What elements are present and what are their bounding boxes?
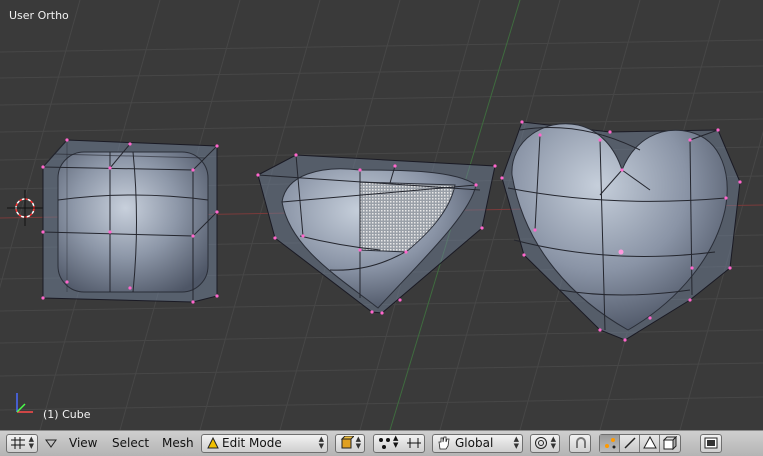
snap-toggle[interactable] — [569, 434, 591, 453]
viewport-type-icon — [11, 437, 25, 449]
vertex-select-button[interactable] — [600, 435, 620, 452]
edit-mode-icon — [207, 437, 219, 449]
active-object-label: (1) Cube — [43, 408, 91, 421]
vertex-select-icon — [605, 438, 616, 449]
collapse-triangle-icon[interactable] — [45, 439, 57, 449]
draw-type-dropdown[interactable]: ▲ ▼ — [335, 434, 365, 453]
orientation-label: Global — [455, 436, 494, 450]
hand-icon — [438, 436, 450, 450]
menu-mesh[interactable]: Mesh — [162, 436, 194, 450]
transform-orientation-dropdown[interactable]: Global ▲ ▼ — [432, 434, 523, 453]
manipulator-icon — [407, 438, 421, 448]
edge-select-button[interactable] — [620, 435, 640, 452]
object-center-dot — [618, 249, 624, 255]
menu-select[interactable]: Select — [112, 436, 149, 450]
3d-viewport[interactable]: User Ortho (1) Cube — [0, 0, 763, 430]
draw-type-icon — [340, 436, 354, 449]
edge-select-icon — [624, 437, 636, 449]
render-icon — [704, 437, 718, 449]
face-select-icon — [643, 436, 657, 449]
mode-label: Edit Mode — [222, 436, 282, 450]
mode-dropdown[interactable]: Edit Mode ▲ ▼ — [201, 434, 328, 453]
proportional-edit-dropdown[interactable]: ▲ ▼ — [530, 434, 560, 453]
snap-icon — [576, 437, 586, 448]
menu-view[interactable]: View — [69, 436, 97, 450]
proportional-edit-icon — [535, 437, 547, 449]
select-mode-group[interactable] — [599, 434, 681, 453]
pivot-point-icon — [379, 438, 390, 449]
subdivided-cube[interactable] — [42, 139, 218, 303]
viewport-type-button[interactable]: ▲ ▼ — [6, 434, 38, 453]
viewport-header: ▲ ▼ View Select Mesh Edit Mode ▲ ▼ ▲ ▼ ▲ ▼ — [0, 430, 763, 456]
occlude-geometry-icon — [663, 436, 677, 450]
pivot-manipulator-group[interactable]: ▲ ▼ — [373, 434, 425, 453]
view-label: User Ortho — [9, 9, 69, 22]
occlude-geometry-button[interactable] — [660, 435, 680, 452]
face-select-button[interactable] — [640, 435, 660, 452]
render-button[interactable] — [700, 434, 722, 453]
viewport-canvas[interactable] — [0, 0, 763, 430]
